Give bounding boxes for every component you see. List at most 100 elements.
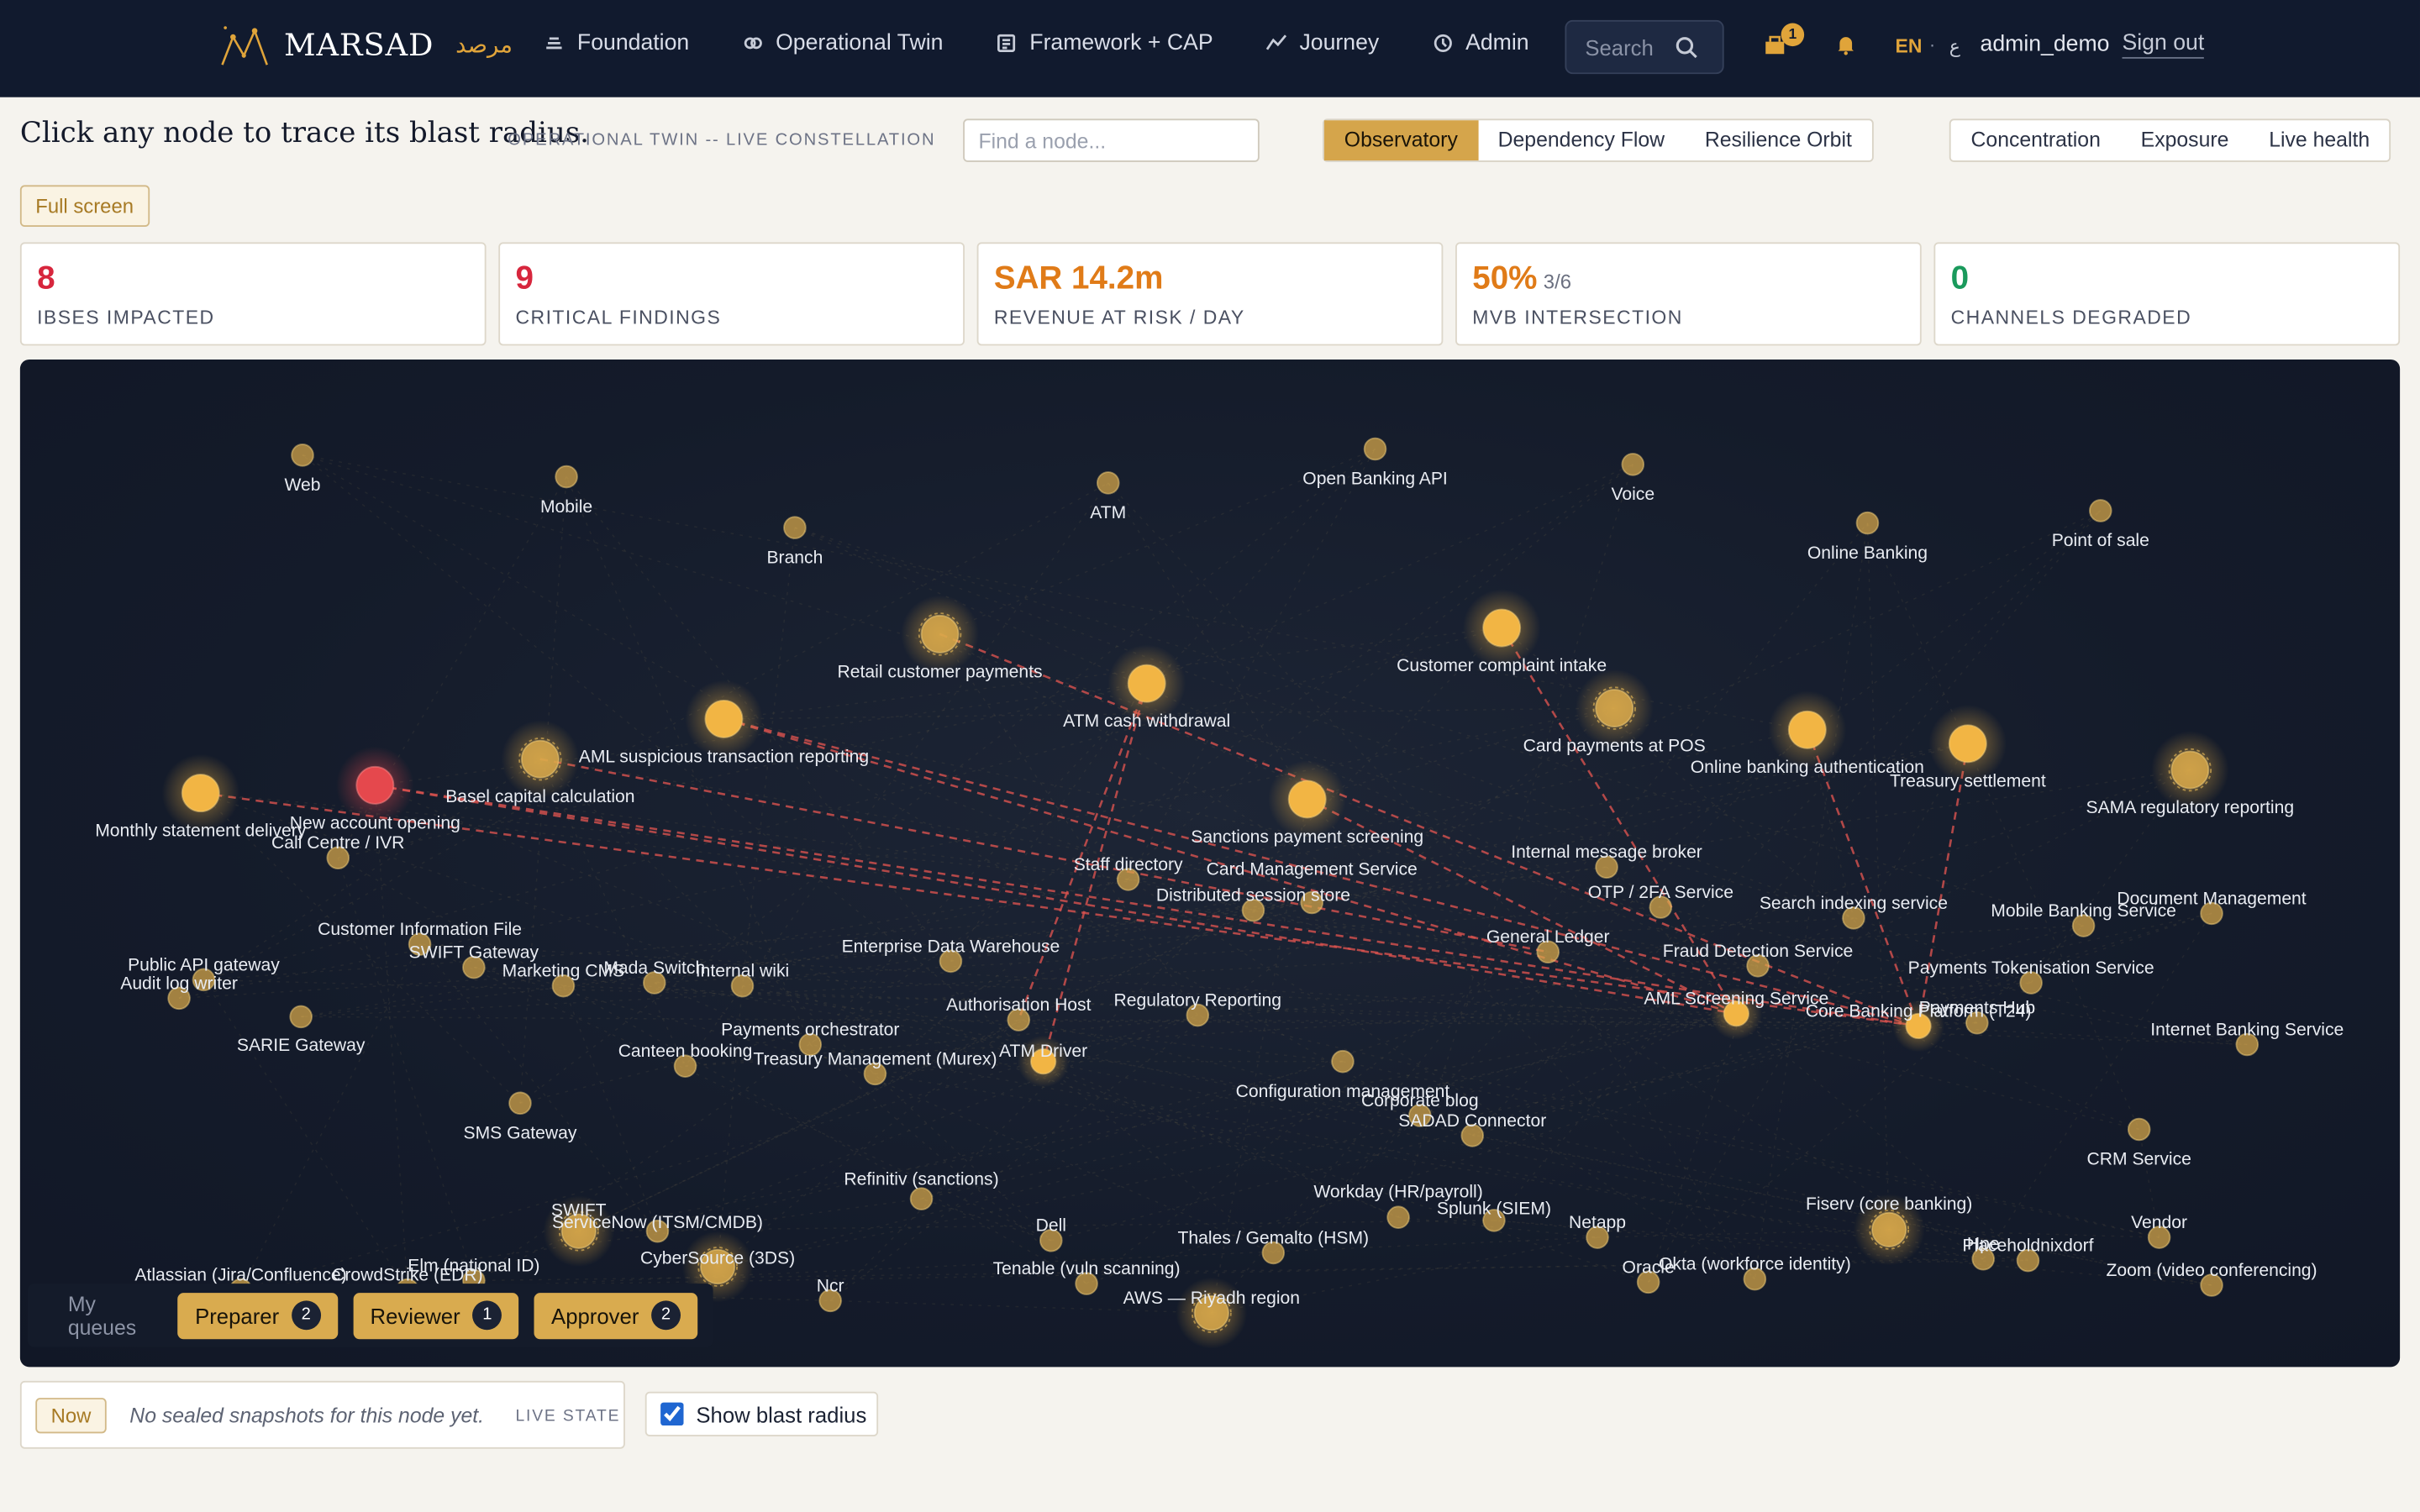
show-blast-radius-toggle[interactable]: Show blast radius [644,1391,879,1436]
graph-node-rcp[interactable] [901,595,979,674]
node-dot[interactable] [1948,724,1987,764]
graph-node-ts[interactable] [1928,705,2007,783]
node-dot[interactable] [1331,1049,1355,1074]
graph-node-wday[interactable] [1386,1205,1410,1229]
node-dot[interactable] [1096,471,1120,495]
node-dot[interactable] [1127,664,1166,703]
brand[interactable]: MARSAD مرصد [219,22,513,68]
node-dot[interactable] [1621,453,1645,476]
node-dot[interactable] [291,444,314,467]
lens-exposure[interactable]: Exposure [2121,120,2249,160]
node-dot[interactable] [508,1091,532,1116]
lens-concentration[interactable]: Concentration [1951,120,2121,160]
nav-journey[interactable]: Journey [1265,31,1379,55]
node-dot[interactable] [1363,437,1387,461]
constellation-graph[interactable]: Web Mobile Branch ATM Open Banking API Voice O… [19,359,2401,1368]
graph-node-sama[interactable] [2151,731,2229,809]
node-dot[interactable] [920,614,960,654]
node-dot[interactable] [2089,499,2112,522]
node-dot[interactable] [1287,780,1327,819]
graph-node-label: Payments Tokenisation Service [1908,958,2154,978]
language-en[interactable]: EN [1896,35,1923,57]
graph-node-nao[interactable] [336,746,414,825]
nav-operational-twin-label: Operational Twin [776,30,944,56]
graph-node-label: Mada Switch [603,958,705,978]
nav-admin[interactable]: Admin [1432,31,1529,55]
node-dot[interactable] [2170,750,2210,790]
framework-icon [997,34,1016,52]
lens-live-health[interactable]: Live health [2249,120,2390,160]
node-dot[interactable] [1595,689,1634,728]
node-dot[interactable] [1787,710,1827,749]
queue-reviewer-button[interactable]: Reviewer 1 [353,1292,519,1339]
search-icon[interactable] [1675,35,1698,59]
nav-framework-cap[interactable]: Framework + CAP [996,31,1213,55]
constellation-svg: Web Mobile Branch ATM Open Banking API Voice O… [95,437,2344,1349]
node-dot[interactable] [289,1005,313,1029]
graph-node-sps[interactable] [1268,760,1346,838]
graph-node-atmcw[interactable] [1107,644,1186,722]
queue-approver-button[interactable]: Approver 2 [534,1292,698,1339]
global-search-input[interactable] [1566,34,1669,60]
admin-icon [1433,34,1452,52]
kpi-ibses-impacted[interactable]: 8 IBSES IMPACTED [19,242,487,346]
graph-node-web[interactable] [291,444,314,467]
graph-node-smsg[interactable] [508,1091,532,1116]
node-dot[interactable] [1855,511,1880,535]
current-user[interactable]: admin_demo [1981,33,2110,57]
find-node-input[interactable] [963,118,1260,162]
kpi-revenue-at-risk[interactable]: SAR 14.2m REVENUE AT RISK / DAY [976,242,1444,346]
kpi-mvb-intersection[interactable]: 50% 3/6 MVB INTERSECTION [1455,242,1922,346]
graph-node-sarie[interactable] [289,1005,313,1029]
node-dot[interactable] [181,774,220,813]
graph-node-oba[interactable] [1768,690,1847,769]
node-dot[interactable] [520,739,560,779]
node-dot[interactable] [1386,1205,1410,1229]
sign-out-link[interactable]: Sign out [2122,31,2205,59]
nav-foundation[interactable]: Foundation [544,31,689,55]
dependency-edge [578,1013,1737,1232]
view-observatory[interactable]: Observatory [1323,120,1478,161]
queue-preparer-button[interactable]: Preparer 2 [177,1292,338,1339]
node-dot[interactable] [783,516,807,539]
node-dot[interactable] [1871,1211,1907,1247]
graph-node-cpos[interactable] [1575,669,1654,748]
snapshot-status: Now No sealed snapshots for this node ye… [19,1380,625,1449]
kpi-critical-findings[interactable]: 9 CRITICAL FINDINGS [498,242,965,346]
graph-node-cfgm[interactable] [1331,1049,1355,1074]
graph-node-voice[interactable] [1621,453,1645,476]
graph-node-aml[interactable] [685,680,763,759]
graph-node-label: Sanctions payment screening [1191,827,1423,847]
graph-node-mobile[interactable] [555,465,578,489]
node-dot[interactable] [355,765,395,805]
graph-node-crms[interactable] [2127,1117,2151,1142]
node-dot[interactable] [704,699,744,738]
graph-node-basel[interactable] [501,720,580,798]
view-resilience-orbit[interactable]: Resilience Orbit [1685,120,1872,160]
app-root: MARSAD مرصد Foundation Operational Twin … [0,0,2420,1512]
graph-node-olb[interactable] [1855,511,1880,535]
now-badge[interactable]: Now [35,1398,107,1434]
full-screen-button[interactable]: Full screen [19,185,150,227]
language-ar[interactable]: ع [1949,35,1960,57]
node-dot[interactable] [555,465,578,489]
graph-node-label: Atlassian (Jira/Confluence) [134,1265,346,1284]
page-subtitle: OPERATIONAL TWIN -- LIVE CONSTELLATION [508,131,936,150]
bell-icon[interactable] [1835,34,1857,55]
show-blast-radius-checkbox[interactable] [660,1402,684,1426]
graph-node-obapi[interactable] [1363,437,1387,461]
graph-node-pos[interactable] [2089,499,2112,522]
node-dot[interactable] [1482,608,1522,648]
graph-node-mst[interactable] [161,753,240,832]
nav-operational-twin[interactable]: Operational Twin [742,30,944,56]
view-dependency-flow[interactable]: Dependency Flow [1478,120,1685,160]
kpi-channels-degraded[interactable]: 0 CHANNELS DEGRADED [1933,242,2401,346]
node-dot[interactable] [909,1187,934,1210]
graph-node-refin[interactable] [909,1187,934,1210]
node-dot[interactable] [2127,1117,2151,1142]
graph-node-cci[interactable] [1462,589,1541,667]
graph-node-atm[interactable] [1096,471,1120,495]
kpi-value-text: SAR 14.2m [993,260,1164,297]
queue-label: Approver [551,1303,639,1328]
graph-node-branch[interactable] [783,516,807,539]
